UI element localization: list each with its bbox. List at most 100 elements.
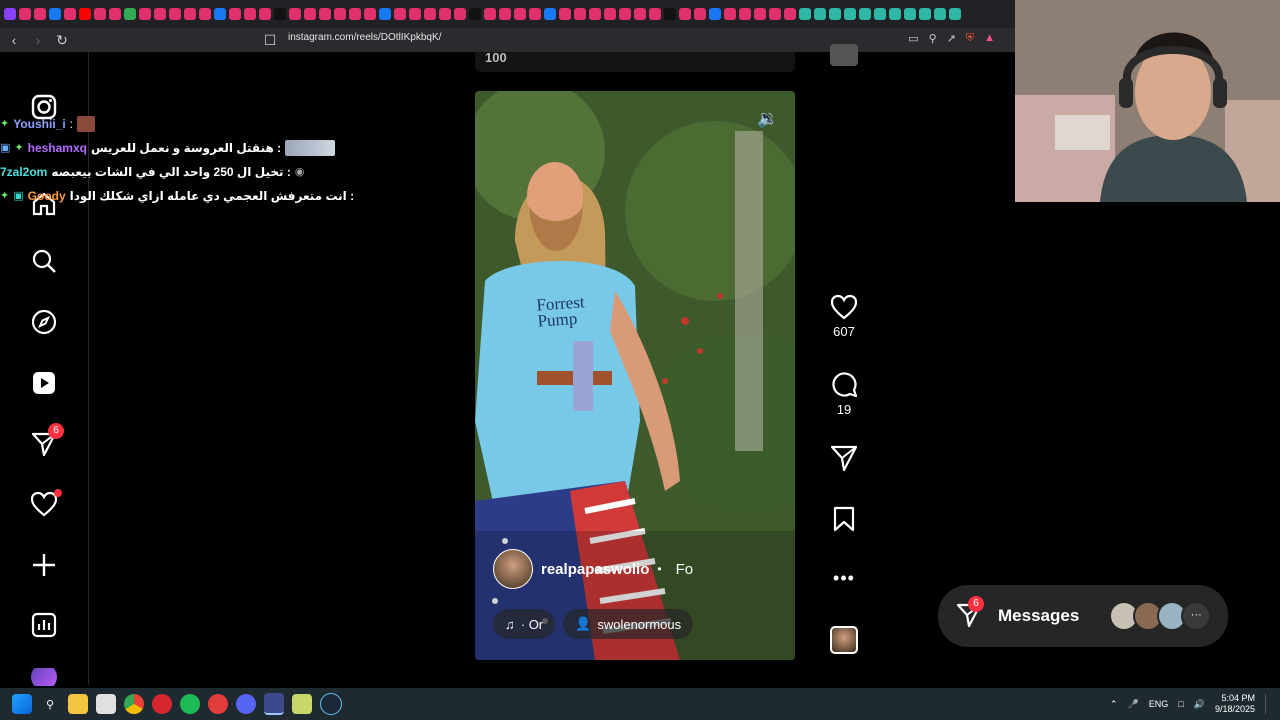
browser-tab[interactable]: [259, 8, 271, 20]
notifications-heart-icon[interactable]: [29, 489, 62, 519]
follow-button[interactable]: Fo: [676, 561, 694, 578]
save-action[interactable]: [824, 506, 864, 532]
browser-tab[interactable]: [799, 8, 811, 20]
browser-tab[interactable]: [664, 8, 676, 20]
browser-tab[interactable]: [49, 8, 61, 20]
previous-reel-avatar[interactable]: [824, 44, 864, 66]
browser-tab[interactable]: [469, 8, 481, 20]
browser-tab[interactable]: [949, 8, 961, 20]
app-icon[interactable]: [292, 694, 312, 714]
browser-tab[interactable]: [289, 8, 301, 20]
browser-tab[interactable]: [304, 8, 316, 20]
browser-tab[interactable]: [364, 8, 376, 20]
browser-tab[interactable]: [154, 8, 166, 20]
browser-tab[interactable]: [169, 8, 181, 20]
browser-tab[interactable]: [814, 8, 826, 20]
share-icon[interactable]: ↗: [947, 32, 956, 45]
brave-browser-icon[interactable]: [264, 693, 284, 715]
microphone-icon[interactable]: 🎤: [1128, 699, 1139, 710]
cast-icon[interactable]: ▭: [908, 32, 918, 45]
discord-icon[interactable]: [236, 694, 256, 714]
like-action[interactable]: 607: [824, 294, 864, 339]
browser-tab[interactable]: [649, 8, 661, 20]
browser-tab[interactable]: [139, 8, 151, 20]
browser-tab[interactable]: [514, 8, 526, 20]
browser-tab[interactable]: [844, 8, 856, 20]
browser-tab[interactable]: [109, 8, 121, 20]
browser-tab[interactable]: [484, 8, 496, 20]
messages-pill[interactable]: 6 Messages ···: [938, 585, 1228, 647]
volume-icon[interactable]: 🔉: [757, 109, 778, 129]
windows-start-icon[interactable]: [12, 694, 32, 714]
browser-tab[interactable]: [889, 8, 901, 20]
profile-avatar[interactable]: [29, 668, 59, 686]
chrome-icon[interactable]: [124, 694, 144, 714]
brave-shield-icon[interactable]: ⛨: [966, 32, 974, 45]
direct-messages-icon[interactable]: 6: [29, 423, 64, 459]
browser-tab[interactable]: [94, 8, 106, 20]
browser-tab[interactable]: [934, 8, 946, 20]
forward-icon[interactable]: ›: [28, 30, 48, 50]
more-options-icon[interactable]: •••: [824, 568, 864, 589]
browser-tab[interactable]: [4, 8, 16, 20]
browser-tab[interactable]: [319, 8, 331, 20]
browser-tab[interactable]: [829, 8, 841, 20]
audio-thumbnail[interactable]: [824, 626, 864, 654]
author-username[interactable]: realpapaswolio: [541, 561, 649, 578]
comment-icon[interactable]: [830, 370, 858, 398]
browser-tab[interactable]: [784, 8, 796, 20]
reload-icon[interactable]: ↻: [52, 30, 72, 50]
author-avatar[interactable]: [493, 549, 533, 589]
browser-tab[interactable]: [574, 8, 586, 20]
share-send-icon[interactable]: [830, 444, 858, 472]
browser-tab[interactable]: [709, 8, 721, 20]
browser-tab[interactable]: [229, 8, 241, 20]
clock[interactable]: 5:04 PM 9/18/2025: [1215, 693, 1255, 715]
browser-tab[interactable]: [724, 8, 736, 20]
steam-icon[interactable]: [320, 693, 342, 715]
browser-tab[interactable]: [184, 8, 196, 20]
network-icon[interactable]: □: [1178, 699, 1183, 709]
browser-tab[interactable]: [34, 8, 46, 20]
browser-tab[interactable]: [529, 8, 541, 20]
reels-icon[interactable]: [29, 368, 59, 398]
back-icon[interactable]: ‹: [4, 30, 24, 50]
browser-tab[interactable]: [559, 8, 571, 20]
bookmark-save-icon[interactable]: [832, 506, 856, 532]
browser-tab[interactable]: [19, 8, 31, 20]
file-explorer-icon[interactable]: [68, 694, 88, 714]
store-icon[interactable]: [96, 694, 116, 714]
browser-tab[interactable]: [214, 8, 226, 20]
zoom-icon[interactable]: ⚲: [929, 32, 937, 45]
browser-tab[interactable]: [604, 8, 616, 20]
browser-tab[interactable]: [499, 8, 511, 20]
like-heart-icon[interactable]: [830, 294, 858, 320]
browser-tab[interactable]: [409, 8, 421, 20]
browser-tab[interactable]: [754, 8, 766, 20]
show-desktop-button[interactable]: [1265, 694, 1270, 714]
explore-icon[interactable]: [29, 307, 59, 337]
reel-video[interactable]: Forrest Pump 🔉 realpapaswolio • Fo ♫ · O…: [475, 91, 795, 660]
browser-tab[interactable]: [769, 8, 781, 20]
share-action[interactable]: [824, 444, 864, 472]
dashboard-icon[interactable]: [29, 610, 59, 640]
browser-tab[interactable]: [349, 8, 361, 20]
browser-tab[interactable]: [439, 8, 451, 20]
tray-chevron-icon[interactable]: ⌃: [1110, 699, 1118, 710]
url-text[interactable]: instagram.com/reels/DOtlIKpkbqK/: [288, 32, 441, 43]
browser-tab[interactable]: [124, 8, 136, 20]
browser-tab[interactable]: [634, 8, 646, 20]
browser-tab[interactable]: [379, 8, 391, 20]
bookmark-icon[interactable]: ☐: [260, 30, 280, 50]
browser-tab[interactable]: [694, 8, 706, 20]
browser-tab[interactable]: [64, 8, 76, 20]
browser-tab[interactable]: [904, 8, 916, 20]
search-icon[interactable]: [29, 246, 59, 276]
comment-action[interactable]: 19: [824, 370, 864, 417]
browser-tab[interactable]: [244, 8, 256, 20]
create-plus-icon[interactable]: [29, 550, 59, 580]
browser-tab[interactable]: [589, 8, 601, 20]
browser-tab[interactable]: [919, 8, 931, 20]
opera-icon[interactable]: [152, 694, 172, 714]
browser-tab[interactable]: [544, 8, 556, 20]
